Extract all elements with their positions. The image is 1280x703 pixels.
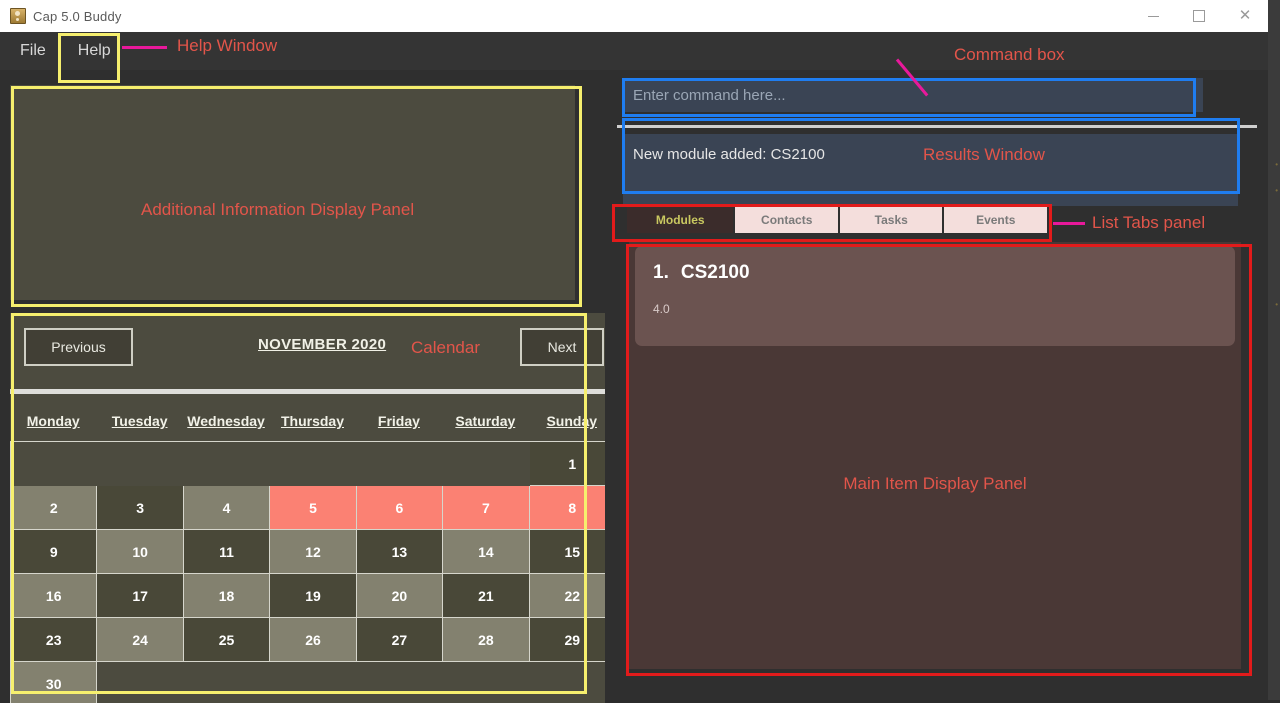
app-icon bbox=[10, 8, 26, 24]
calendar-cell-blank bbox=[357, 442, 443, 486]
results-window: New module added: CS2100 bbox=[623, 134, 1238, 206]
calendar-month-title: NOVEMBER 2020 bbox=[258, 336, 387, 353]
calendar-cell-blank bbox=[270, 442, 356, 486]
calendar-panel: Previous Next NOVEMBER 2020 Monday Tuesda… bbox=[10, 313, 605, 703]
results-divider bbox=[617, 125, 1257, 128]
calendar-cell-blank bbox=[97, 442, 183, 486]
calendar-cell-15[interactable]: 15 bbox=[529, 530, 605, 574]
calendar-cell-5[interactable]: 5 bbox=[270, 486, 357, 530]
calendar-cell-2[interactable]: 2 bbox=[11, 486, 98, 530]
calendar-previous-button[interactable]: Previous bbox=[24, 328, 133, 366]
left-column: Previous Next NOVEMBER 2020 Monday Tuesda… bbox=[0, 70, 605, 703]
menu-item-help[interactable]: Help bbox=[66, 37, 123, 65]
calendar-cell-26[interactable]: 26 bbox=[270, 618, 357, 662]
close-button[interactable]: ✕ bbox=[1222, 0, 1268, 32]
calendar-divider bbox=[10, 389, 605, 394]
tab-contacts[interactable]: Contacts bbox=[735, 207, 838, 233]
calendar-cell-17[interactable]: 17 bbox=[97, 574, 184, 618]
calendar-cell-19[interactable]: 19 bbox=[270, 574, 357, 618]
calendar-cell-27[interactable]: 27 bbox=[356, 618, 444, 662]
calendar-cell-25[interactable]: 25 bbox=[183, 618, 271, 662]
list-tabs-panel: Modules Contacts Tasks Events bbox=[627, 207, 1047, 233]
right-column: Enter command here... New module added: … bbox=[605, 70, 1268, 700]
calendar-cell-blank bbox=[11, 442, 97, 486]
window-title: Cap 5.0 Buddy bbox=[33, 8, 122, 24]
calendar-daynames-row: Monday Tuesday Wednesday Thursday Friday Satu… bbox=[10, 401, 605, 441]
calendar-dayname-wednesday: Wednesday bbox=[187, 413, 265, 429]
calendar-dayname-friday: Friday bbox=[377, 413, 420, 429]
calendar-header: Previous Next NOVEMBER 2020 bbox=[10, 313, 605, 385]
calendar-cell-10[interactable]: 10 bbox=[97, 530, 184, 574]
calendar-cell-18[interactable]: 18 bbox=[183, 574, 271, 618]
calendar-cell-4[interactable]: 4 bbox=[183, 486, 271, 530]
calendar-grid: 1 2 3 4 5 6 7 8 9 10 11 12 13 14 15 16 17 18 19 20 21 22 23 24 2… bbox=[10, 441, 605, 703]
calendar-cell-blank bbox=[184, 442, 270, 486]
edge-artifact: • bbox=[1275, 160, 1278, 169]
tab-events[interactable]: Events bbox=[944, 207, 1047, 233]
calendar-dayname-sunday: Sunday bbox=[546, 413, 598, 429]
window-right-edge: • • • bbox=[1268, 0, 1280, 700]
calendar-cell-22[interactable]: 22 bbox=[529, 574, 605, 618]
minimize-icon bbox=[1147, 15, 1159, 17]
calendar-dayname-tuesday: Tuesday bbox=[111, 413, 168, 429]
calendar-cell-3[interactable]: 3 bbox=[97, 486, 184, 530]
calendar-cell-1[interactable]: 1 bbox=[529, 442, 605, 486]
maximize-button[interactable] bbox=[1176, 0, 1222, 32]
additional-information-display-panel bbox=[10, 85, 575, 300]
calendar-cell-16[interactable]: 16 bbox=[11, 574, 98, 618]
calendar-cell-blank bbox=[443, 442, 529, 486]
menu-bar: File Help bbox=[0, 32, 1268, 70]
maximize-icon bbox=[1193, 10, 1205, 22]
menu-item-file[interactable]: File bbox=[8, 37, 58, 65]
main-panel-annotation-label: Main Item Display Panel bbox=[843, 474, 1027, 493]
list-item-title: CS2100 bbox=[680, 262, 750, 283]
calendar-cell-23[interactable]: 23 bbox=[11, 618, 98, 662]
calendar-cell-20[interactable]: 20 bbox=[356, 574, 444, 618]
list-item-index: 1. bbox=[653, 262, 669, 283]
calendar-cell-29[interactable]: 29 bbox=[529, 618, 605, 662]
command-input-placeholder: Enter command here... bbox=[633, 86, 786, 104]
calendar-cell-13[interactable]: 13 bbox=[356, 530, 444, 574]
calendar-cell-7[interactable]: 7 bbox=[443, 486, 530, 530]
calendar-cell-24[interactable]: 24 bbox=[97, 618, 184, 662]
calendar-dayname-saturday: Saturday bbox=[455, 413, 516, 429]
tab-tasks[interactable]: Tasks bbox=[839, 207, 943, 233]
calendar-cell-30[interactable]: 30 bbox=[11, 662, 98, 703]
command-input[interactable]: Enter command here... bbox=[623, 78, 1203, 112]
calendar-cell-12[interactable]: 12 bbox=[270, 530, 357, 574]
calendar-cell-8[interactable]: 8 bbox=[529, 486, 605, 530]
calendar-dayname-monday: Monday bbox=[26, 413, 80, 429]
edge-artifact: • bbox=[1275, 186, 1278, 195]
calendar-cell-21[interactable]: 21 bbox=[443, 574, 530, 618]
list-item[interactable]: 1. CS2100 4.0 bbox=[635, 246, 1235, 346]
calendar-cell-11[interactable]: 11 bbox=[183, 530, 271, 574]
close-icon: ✕ bbox=[1238, 6, 1252, 24]
calendar-cell-28[interactable]: 28 bbox=[443, 618, 530, 662]
calendar-cell-9[interactable]: 9 bbox=[11, 530, 98, 574]
calendar-cell-14[interactable]: 14 bbox=[443, 530, 530, 574]
tab-modules[interactable]: Modules bbox=[627, 207, 734, 233]
list-item-subtitle: 4.0 bbox=[653, 302, 670, 316]
window-controls: ✕ bbox=[1130, 0, 1268, 32]
edge-artifact: • bbox=[1275, 300, 1278, 309]
calendar-cell-6[interactable]: 6 bbox=[356, 486, 444, 530]
results-message: New module added: CS2100 bbox=[633, 146, 825, 163]
minimize-button[interactable] bbox=[1130, 0, 1176, 32]
calendar-next-button[interactable]: Next bbox=[520, 328, 604, 366]
calendar-dayname-thursday: Thursday bbox=[280, 413, 344, 429]
main-item-display-panel: 1. CS2100 4.0 Main Item Display Panel bbox=[629, 242, 1241, 669]
window-titlebar: Cap 5.0 Buddy ✕ bbox=[0, 0, 1268, 32]
